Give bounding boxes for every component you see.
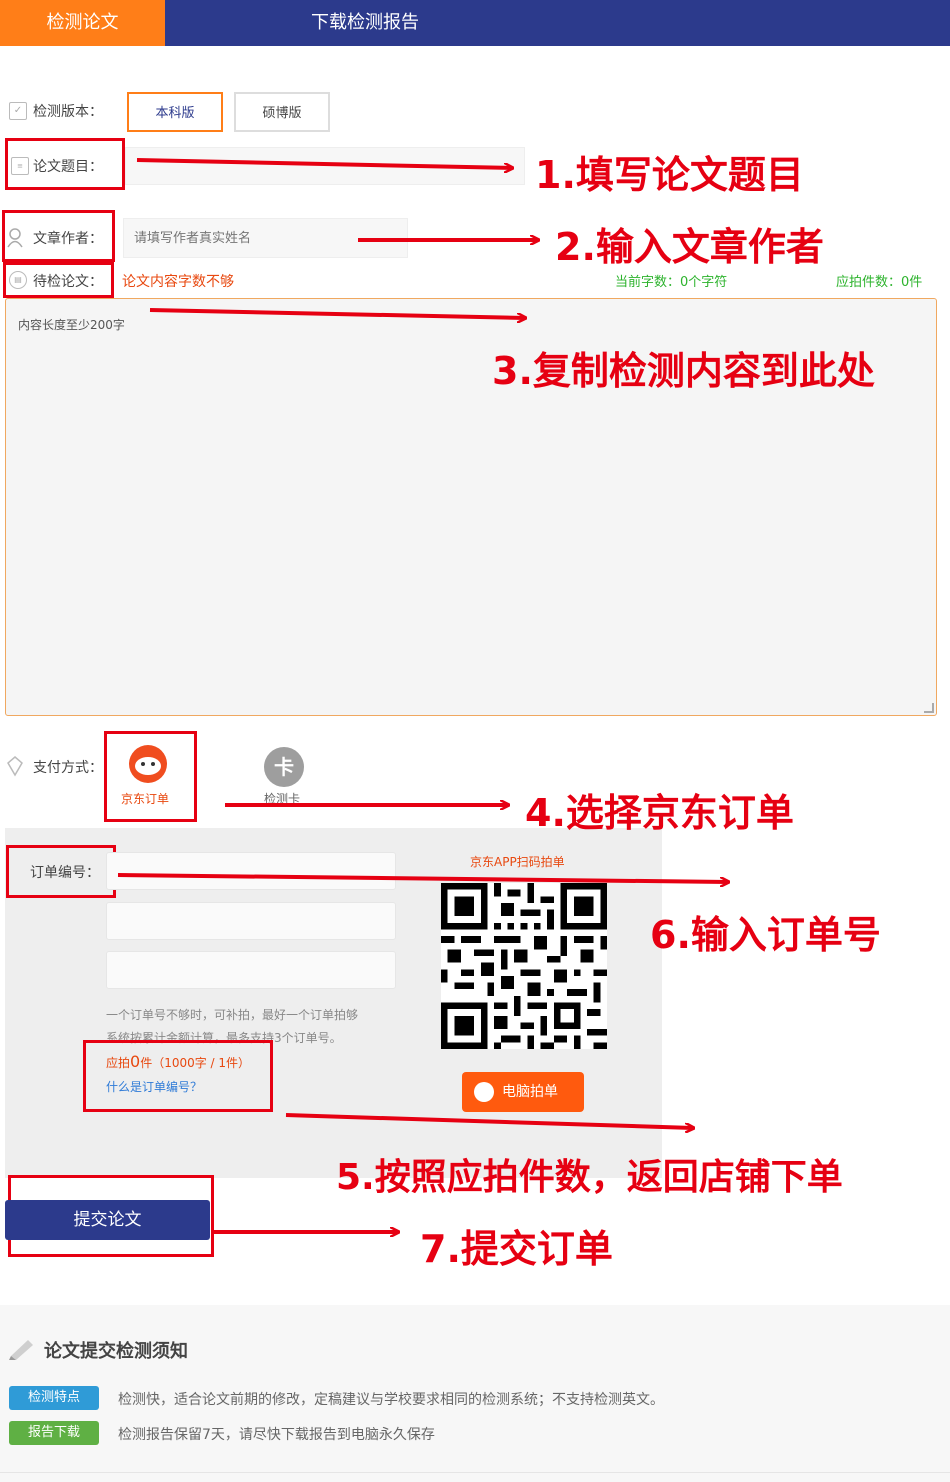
annotation-step5: 5.按照应拍件数，返回店铺下单 bbox=[336, 1157, 843, 1198]
arrow-step5 bbox=[285, 1113, 693, 1128]
arrow-step1 bbox=[136, 158, 512, 168]
annotation-step6: 6.输入订单号 bbox=[650, 913, 881, 957]
arrow-step3 bbox=[149, 308, 525, 318]
arrow-step6 bbox=[117, 873, 728, 882]
notice-title: 论文提交检测须知 bbox=[44, 1341, 188, 1362]
tag-report-download: 报告下载 bbox=[9, 1421, 99, 1445]
notice-text-features: 检测快，适合论文前期的修改，定稿建议与学校要求相同的检测系统；不支持检测英文。 bbox=[118, 1392, 664, 1408]
annotation-arrows bbox=[117, 158, 950, 1300]
annotation-step3: 3.复制检测内容到此处 bbox=[492, 349, 875, 393]
annotation-step4: 4.选择京东订单 bbox=[525, 791, 794, 835]
tag-features: 检测特点 bbox=[9, 1386, 99, 1410]
annotation-step1: 1.填写论文题目 bbox=[535, 153, 804, 197]
annotation-step2: 2.输入文章作者 bbox=[555, 225, 824, 269]
pencil-icon bbox=[9, 1340, 33, 1360]
notice-text-report: 检测报告保留7天，请尽快下载报告到电脑永久保存 bbox=[118, 1427, 435, 1443]
annotation-step7: 7.提交订单 bbox=[420, 1227, 613, 1271]
bottom-divider bbox=[0, 1472, 950, 1473]
